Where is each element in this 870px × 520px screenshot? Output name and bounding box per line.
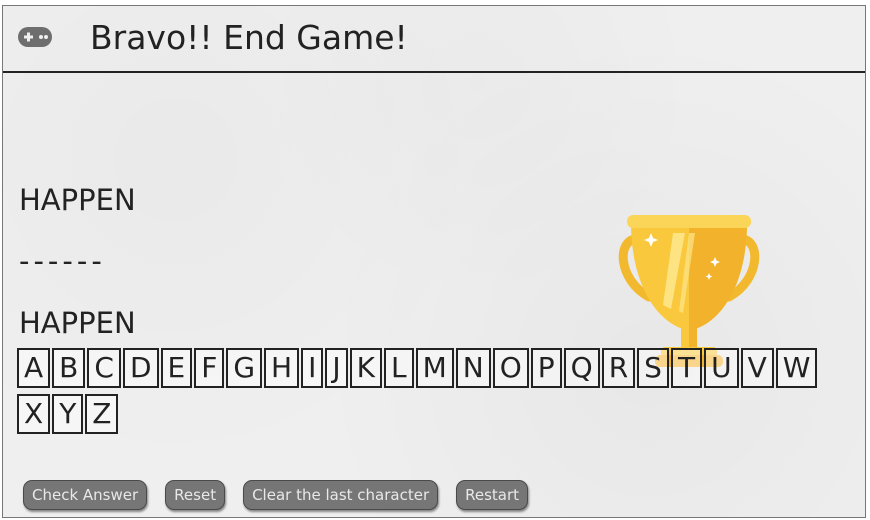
- letter-key-a[interactable]: A: [17, 348, 51, 388]
- letter-key-h[interactable]: H: [264, 348, 300, 388]
- letter-key-p[interactable]: P: [530, 348, 562, 388]
- gamepad-icon: [18, 27, 52, 47]
- letter-key-t[interactable]: T: [670, 348, 703, 388]
- letter-key-z[interactable]: Z: [85, 394, 119, 434]
- letter-key-i[interactable]: I: [301, 348, 324, 388]
- letter-key-j[interactable]: J: [325, 348, 348, 388]
- letter-key-r[interactable]: R: [601, 348, 636, 388]
- target-word: HAPPEN: [19, 183, 136, 217]
- letter-key-g[interactable]: G: [226, 348, 263, 388]
- letter-key-b[interactable]: B: [52, 348, 86, 388]
- letter-key-o[interactable]: O: [492, 348, 529, 388]
- letter-key-x[interactable]: X: [17, 394, 51, 434]
- letter-key-k[interactable]: K: [349, 348, 382, 388]
- letter-key-n[interactable]: N: [455, 348, 491, 388]
- masked-word: ------: [19, 244, 106, 278]
- letter-key-f[interactable]: F: [194, 348, 225, 388]
- game-window: Bravo!! End Game! HAPPEN ------ HAPPEN A…: [2, 5, 866, 518]
- letter-keyboard: ABCDEFGHIJKLMNOPQRSTUVW XYZ: [17, 348, 847, 440]
- header: Bravo!! End Game!: [3, 6, 865, 73]
- reset-button[interactable]: Reset: [165, 480, 226, 510]
- check-answer-button[interactable]: Check Answer: [23, 480, 148, 510]
- letter-key-q[interactable]: Q: [563, 348, 600, 388]
- clear-last-character-button[interactable]: Clear the last character: [243, 480, 439, 510]
- letter-key-c[interactable]: C: [87, 348, 121, 388]
- letter-key-v[interactable]: V: [740, 348, 774, 388]
- letter-key-d[interactable]: D: [122, 348, 159, 388]
- restart-button[interactable]: Restart: [456, 480, 529, 510]
- letter-key-u[interactable]: U: [704, 348, 739, 388]
- page-title: Bravo!! End Game!: [90, 18, 408, 57]
- letter-key-y[interactable]: Y: [52, 394, 84, 434]
- trophy-icon: [618, 215, 760, 367]
- letter-key-w[interactable]: W: [775, 348, 818, 388]
- letter-key-m[interactable]: M: [415, 348, 454, 388]
- answer-word: HAPPEN: [19, 306, 136, 340]
- letter-key-e[interactable]: E: [160, 348, 193, 388]
- letter-key-l[interactable]: L: [383, 348, 414, 388]
- control-buttons: Check Answer Reset Clear the last charac…: [23, 480, 546, 510]
- letter-key-s[interactable]: S: [637, 348, 669, 388]
